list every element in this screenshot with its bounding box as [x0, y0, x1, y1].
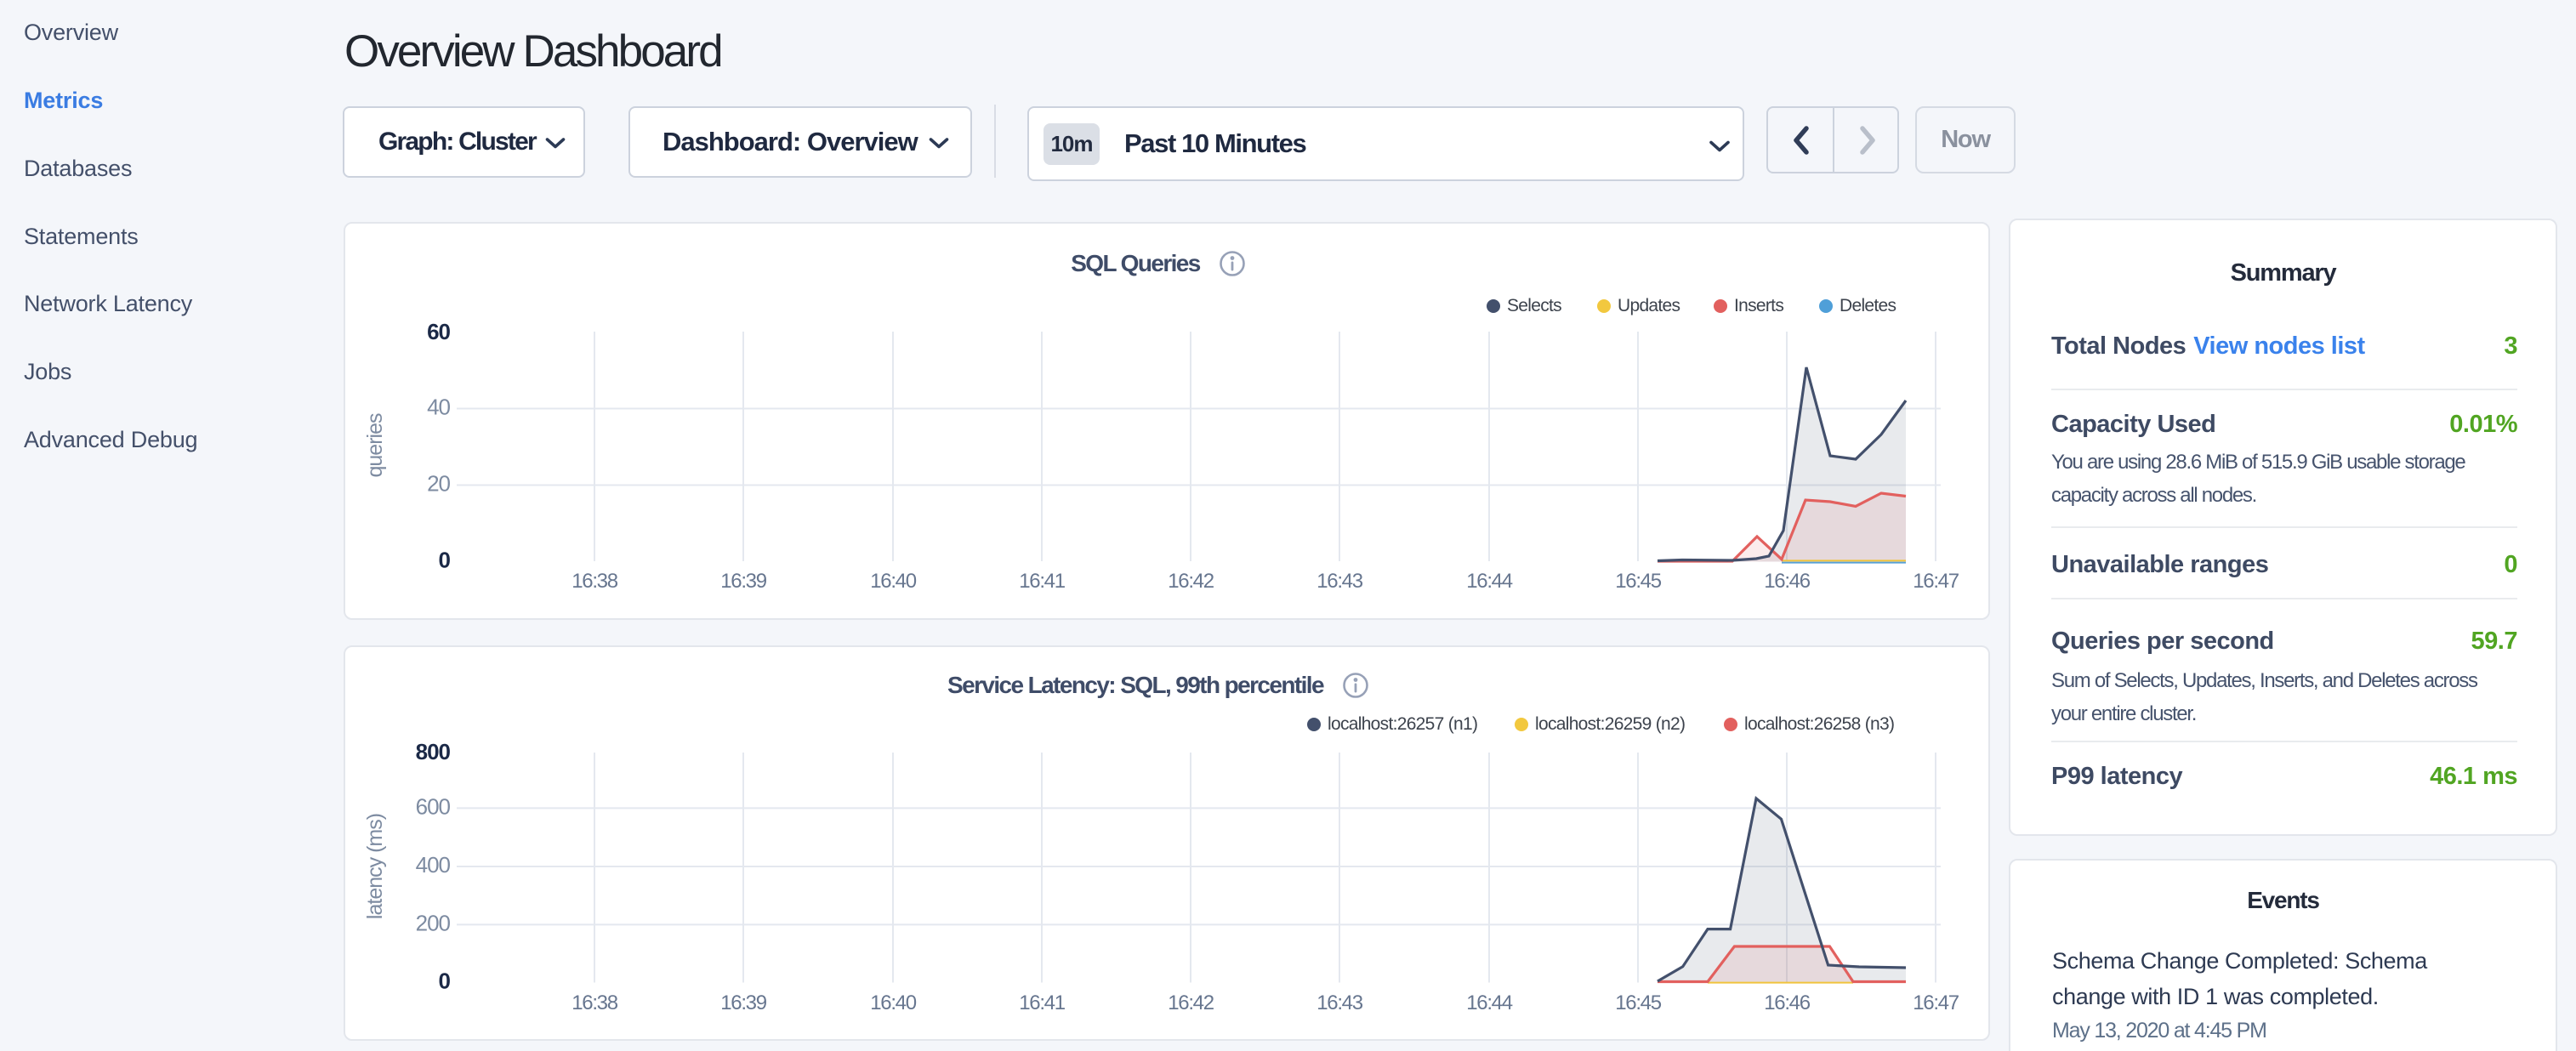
svg-text:16:38: 16:38	[571, 991, 618, 1014]
svg-text:600: 600	[416, 793, 451, 819]
svg-text:16:44: 16:44	[1466, 570, 1513, 593]
svg-text:16:45: 16:45	[1615, 991, 1662, 1014]
svg-text:60: 60	[427, 319, 450, 344]
svg-text:20: 20	[427, 471, 450, 497]
svg-text:16:40: 16:40	[870, 570, 917, 593]
svg-text:16:45: 16:45	[1615, 570, 1662, 593]
svg-text:16:42: 16:42	[1168, 991, 1214, 1014]
svg-text:16:47: 16:47	[1913, 991, 1959, 1014]
svg-text:16:43: 16:43	[1316, 570, 1363, 593]
svg-text:queries: queries	[363, 413, 387, 477]
svg-text:800: 800	[416, 739, 451, 764]
svg-text:16:46: 16:46	[1764, 991, 1811, 1014]
svg-text:16:42: 16:42	[1168, 570, 1214, 593]
svg-text:16:46: 16:46	[1764, 570, 1811, 593]
svg-text:16:41: 16:41	[1019, 570, 1066, 593]
svg-text:0: 0	[439, 969, 451, 994]
svg-text:0: 0	[439, 548, 451, 573]
svg-text:16:40: 16:40	[870, 991, 917, 1014]
svg-text:200: 200	[416, 910, 451, 935]
svg-text:16:38: 16:38	[571, 570, 618, 593]
svg-text:16:47: 16:47	[1913, 570, 1959, 593]
svg-text:16:39: 16:39	[720, 991, 767, 1014]
svg-text:latency (ms): latency (ms)	[363, 814, 387, 919]
svg-text:16:41: 16:41	[1019, 991, 1066, 1014]
svg-text:16:43: 16:43	[1316, 991, 1363, 1014]
svg-text:400: 400	[416, 852, 451, 878]
svg-text:40: 40	[427, 395, 450, 420]
svg-text:16:39: 16:39	[720, 570, 767, 593]
svg-text:16:44: 16:44	[1466, 991, 1513, 1014]
